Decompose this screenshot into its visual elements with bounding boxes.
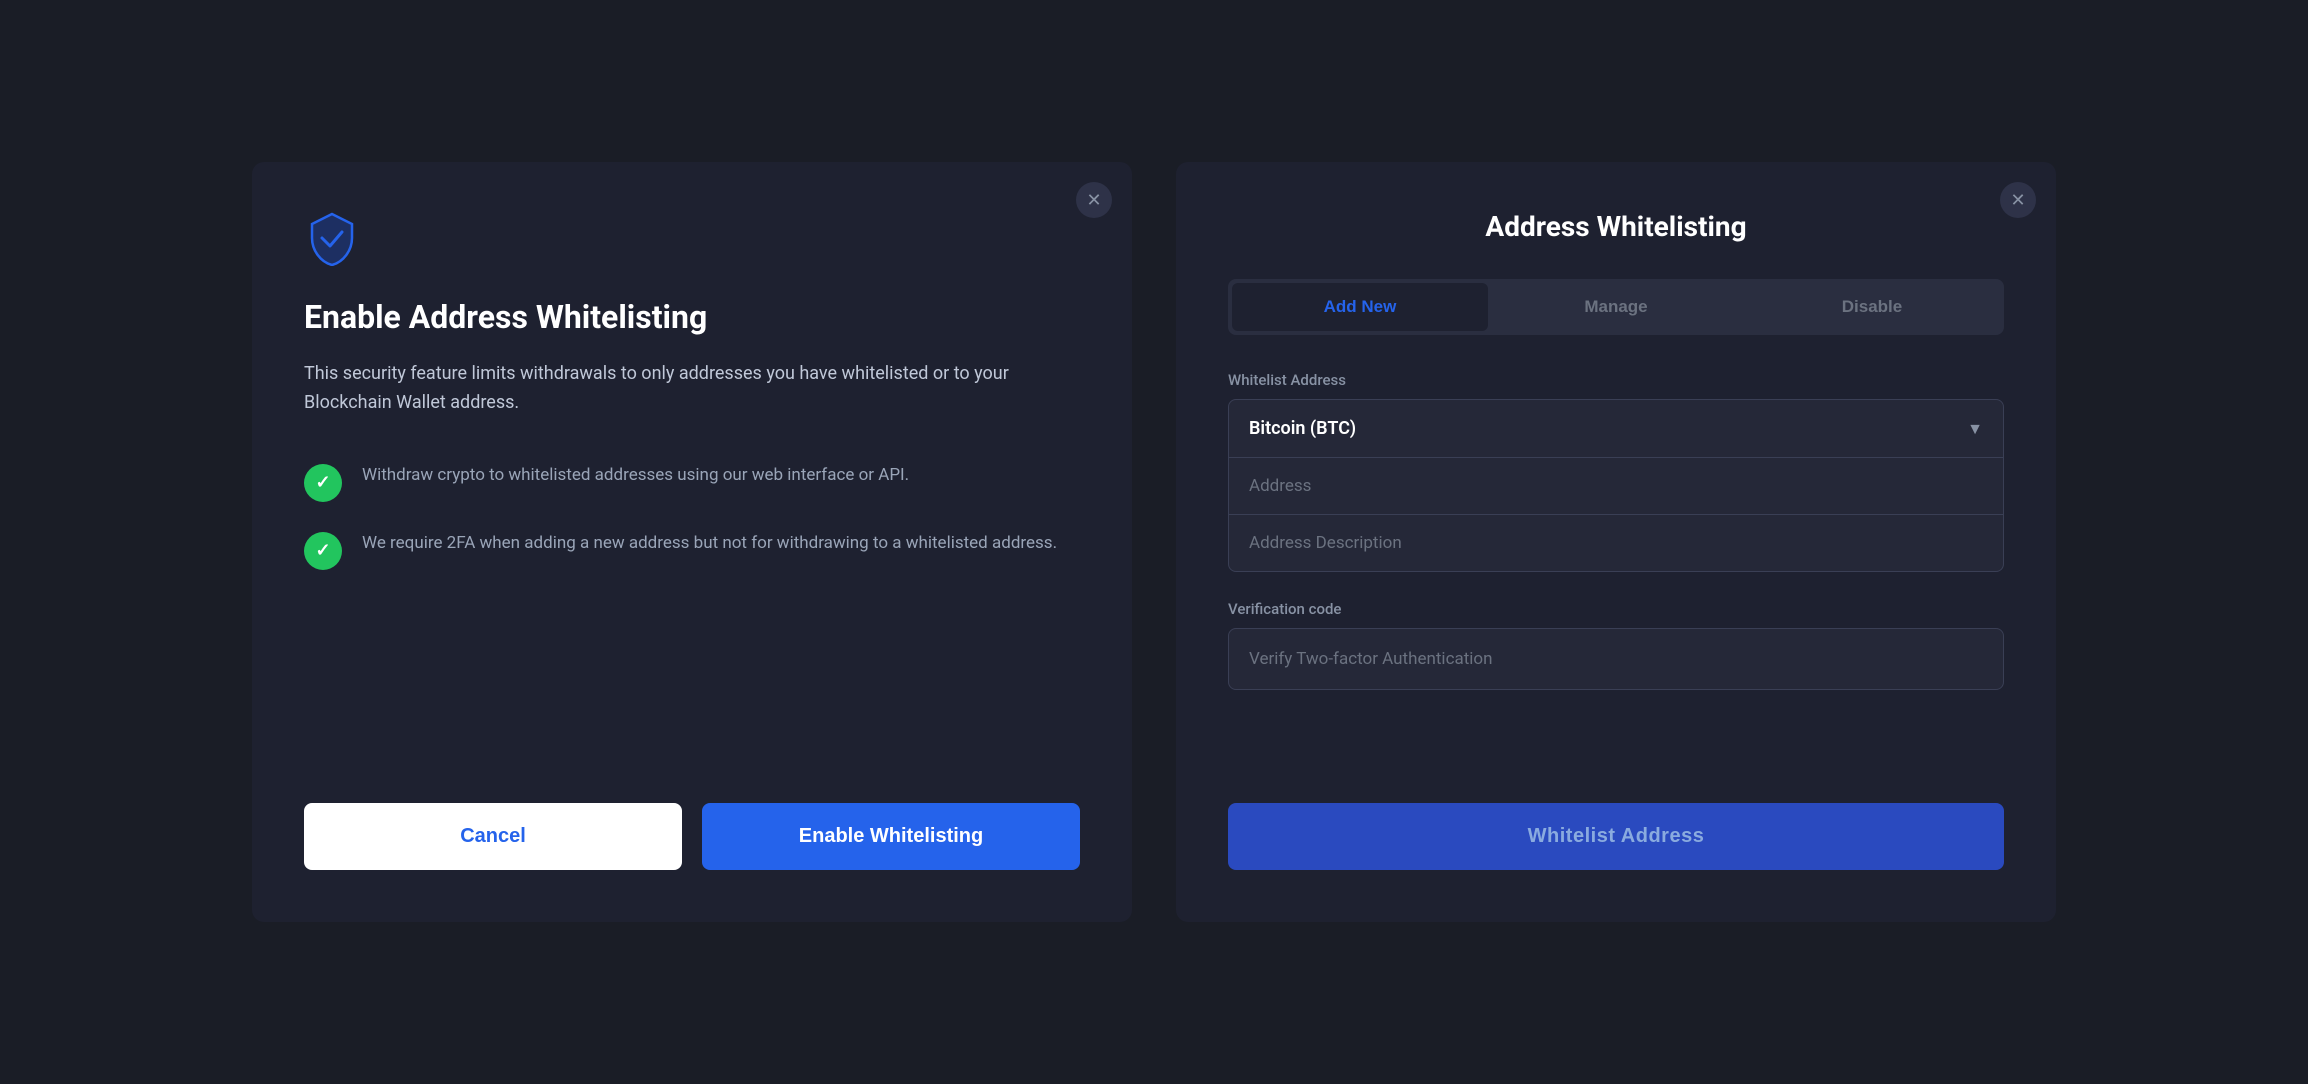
tabs-container: Add New Manage Disable: [1228, 279, 2004, 335]
feature-list: Withdraw crypto to whitelisted addresses…: [304, 462, 1080, 743]
left-close-button[interactable]: ✕: [1076, 182, 1112, 218]
panel-description: This security feature limits withdrawals…: [304, 360, 1080, 418]
feature-item-1: Withdraw crypto to whitelisted addresses…: [304, 462, 1080, 502]
check-icon-2: [304, 532, 342, 570]
feature-item-2: We require 2FA when adding a new address…: [304, 530, 1080, 570]
right-close-button[interactable]: ✕: [2000, 182, 2036, 218]
tab-disable[interactable]: Disable: [1744, 283, 2000, 331]
whitelist-address-button[interactable]: Whitelist Address: [1228, 803, 2004, 870]
close-icon: ✕: [1086, 191, 1101, 209]
tab-manage[interactable]: Manage: [1488, 283, 1744, 331]
check-icon-1: [304, 464, 342, 502]
close-icon: ✕: [2010, 191, 2025, 209]
panel-title: Enable Address Whitelisting: [304, 298, 1080, 336]
address-input[interactable]: [1228, 458, 2004, 515]
enable-whitelisting-button[interactable]: Enable Whitelisting: [702, 803, 1080, 870]
address-whitelisting-panel: ✕ Address Whitelisting Add New Manage Di…: [1176, 162, 2056, 922]
verification-label: Verification code: [1228, 600, 2004, 618]
address-description-input[interactable]: [1228, 515, 2004, 572]
whitelist-address-section: Whitelist Address Bitcoin (BTC) ▼: [1228, 371, 2004, 572]
verification-input[interactable]: [1228, 628, 2004, 690]
enable-whitelisting-panel: ✕ Enable Address Whitelisting This secur…: [252, 162, 1132, 922]
feature-text-1: Withdraw crypto to whitelisted addresses…: [362, 462, 909, 489]
right-panel-title: Address Whitelisting: [1228, 210, 2004, 243]
dropdown-arrow-icon: ▼: [1967, 419, 1983, 439]
currency-dropdown[interactable]: Bitcoin (BTC) ▼: [1228, 399, 2004, 458]
button-row: Cancel Enable Whitelisting: [304, 803, 1080, 870]
whitelist-address-label: Whitelist Address: [1228, 371, 2004, 389]
verification-section: Verification code: [1228, 600, 2004, 690]
dropdown-value: Bitcoin (BTC): [1249, 418, 1356, 439]
tab-add-new[interactable]: Add New: [1232, 283, 1488, 331]
shield-icon: [304, 210, 1080, 298]
feature-text-2: We require 2FA when adding a new address…: [362, 530, 1057, 557]
cancel-button[interactable]: Cancel: [304, 803, 682, 870]
